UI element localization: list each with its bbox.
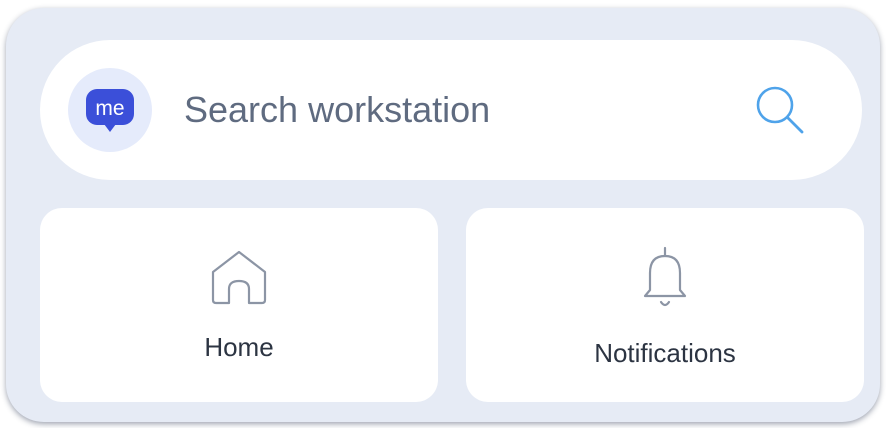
home-icon bbox=[211, 250, 267, 305]
me-logo-text: me bbox=[95, 97, 124, 120]
search-input[interactable] bbox=[184, 78, 704, 142]
search-bar[interactable]: me bbox=[40, 40, 862, 180]
search-icon[interactable] bbox=[752, 82, 810, 140]
workstation-widget: me Home Notifications bbox=[6, 8, 880, 422]
bell-icon bbox=[643, 246, 687, 307]
notifications-tile[interactable]: Notifications bbox=[466, 208, 864, 402]
home-tile[interactable]: Home bbox=[40, 208, 438, 402]
home-tile-label: Home bbox=[204, 332, 274, 362]
notifications-tile-label: Notifications bbox=[594, 338, 736, 368]
me-logo-icon: me bbox=[86, 89, 134, 132]
me-logo: me bbox=[68, 68, 152, 152]
